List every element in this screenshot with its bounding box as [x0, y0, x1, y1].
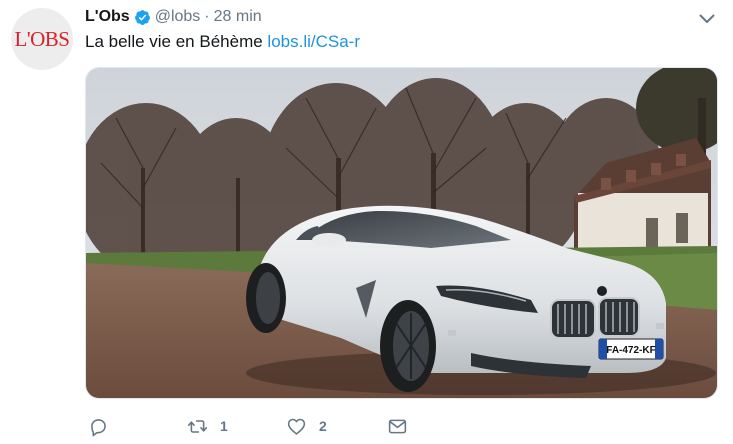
reply-icon	[91, 418, 106, 436]
tweet-text-body: La belle vie en Béhème	[85, 32, 263, 51]
license-plate-text: FA-472-KF	[606, 345, 655, 356]
heart-icon	[287, 418, 306, 435]
author-handle[interactable]: @lobs	[155, 8, 201, 26]
more-options-button[interactable]	[696, 10, 718, 28]
like-count: 2	[319, 418, 327, 434]
avatar-logo: L'OBS	[14, 26, 70, 51]
envelope-icon	[388, 419, 407, 433]
tweet-media-photo[interactable]: FA-472-KF	[85, 67, 718, 399]
retweet-count: 1	[220, 418, 228, 434]
header-separator: ·	[204, 8, 210, 25]
retweet-icon	[187, 419, 208, 433]
author-name[interactable]: L'Obs	[85, 8, 130, 26]
reply-button[interactable]	[88, 414, 121, 438]
tweet-actions: 1 2	[85, 414, 718, 438]
chevron-down-icon	[699, 14, 715, 23]
timestamp[interactable]: 28 min	[214, 8, 262, 26]
direct-message-button[interactable]	[387, 414, 420, 438]
car-photo: FA-472-KF	[86, 68, 717, 398]
tweet-link[interactable]: lobs.li/CSa-r	[267, 32, 360, 51]
avatar[interactable]: L'OBS	[11, 8, 73, 70]
tweet-card[interactable]: L'OBS L'Obs @lobs · 28 min La belle vie …	[0, 0, 733, 444]
tweet-header: L'Obs @lobs · 28 min	[85, 6, 262, 28]
verified-badge-icon	[134, 9, 150, 25]
retweet-button[interactable]: 1	[187, 414, 228, 438]
like-button[interactable]: 2	[286, 414, 327, 438]
tweet-text: La belle vie en Béhème lobs.li/CSa-r	[85, 32, 360, 52]
